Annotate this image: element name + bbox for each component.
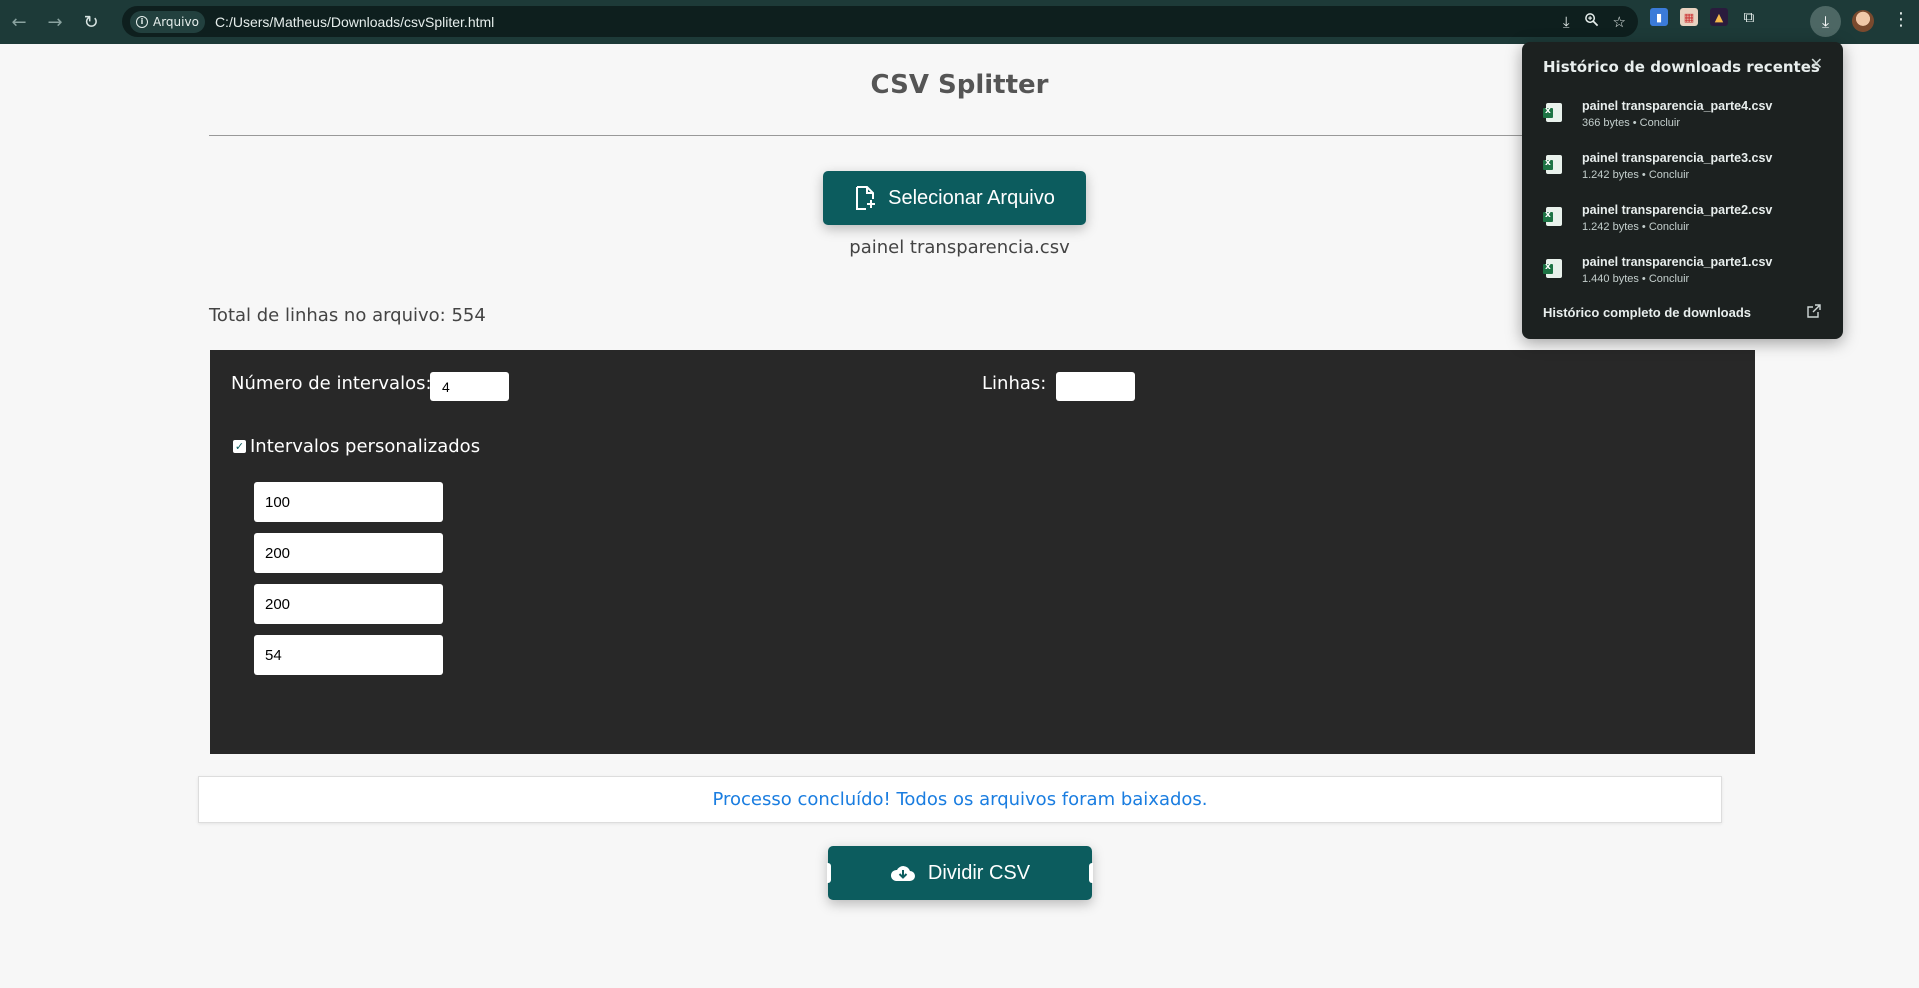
download-item-name: painel transparencia_parte3.csv (1582, 151, 1773, 165)
download-item[interactable]: painel transparencia_parte3.csv 1.242 by… (1522, 149, 1843, 199)
select-file-label: Selecionar Arquivo (888, 186, 1055, 209)
lines-label: Linhas: (982, 373, 1047, 394)
interval-input-2[interactable] (254, 533, 443, 573)
extension-warning-icon[interactable]: ▲ (1710, 8, 1728, 26)
full-history-link[interactable]: Histórico completo de downloads (1543, 305, 1751, 320)
forward-arrow-icon[interactable]: → (38, 5, 72, 39)
zoom-icon[interactable] (1584, 12, 1599, 31)
lines-input[interactable] (1056, 372, 1135, 401)
download-item[interactable]: painel transparencia_parte1.csv 1.440 by… (1522, 253, 1843, 303)
settings-panel: Número de intervalos: Linhas: ✓ Interval… (210, 350, 1755, 754)
extensions-puzzle-icon[interactable]: ⧉ (1740, 8, 1758, 26)
select-file-button[interactable]: Selecionar Arquivo (823, 171, 1086, 225)
download-item-meta: 1.242 bytes • Concluir (1582, 221, 1690, 233)
url-text[interactable]: C:/Users/Matheus/Downloads/csvSpliter.ht… (215, 14, 494, 30)
interval-input-3[interactable] (254, 584, 443, 624)
excel-file-icon (1543, 259, 1562, 278)
downloads-popup: Histórico de downloads recentes ✕ painel… (1522, 42, 1843, 339)
interval-input-1[interactable] (254, 482, 443, 522)
close-icon[interactable]: ✕ (1810, 54, 1823, 73)
intervals-input[interactable] (430, 372, 509, 401)
browser-menu-icon[interactable]: ⋮ (1892, 9, 1910, 30)
cloud-download-icon (890, 863, 916, 883)
download-item-meta: 1.242 bytes • Concluir (1582, 169, 1690, 181)
split-csv-label: Dividir CSV (927, 861, 1031, 884)
custom-intervals-label: Intervalos personalizados (250, 436, 481, 457)
bookmark-star-icon[interactable]: ☆ (1613, 13, 1626, 31)
install-download-icon[interactable]: ⤓ (1563, 13, 1570, 31)
excel-file-icon (1543, 103, 1562, 122)
total-lines-text: Total de linhas no arquivo: 554 (209, 305, 486, 326)
site-info-chip[interactable]: i Arquivo (130, 10, 205, 33)
download-item-name: painel transparencia_parte2.csv (1582, 203, 1773, 217)
download-item[interactable]: painel transparencia_parte4.csv 366 byte… (1522, 97, 1843, 147)
address-bar[interactable]: i Arquivo C:/Users/Matheus/Downloads/csv… (122, 6, 1638, 37)
download-item-meta: 366 bytes • Concluir (1582, 117, 1681, 129)
download-item[interactable]: painel transparencia_parte2.csv 1.242 by… (1522, 201, 1843, 251)
interval-input-4[interactable] (254, 635, 443, 675)
profile-avatar[interactable] (1852, 10, 1874, 32)
download-item-name: painel transparencia_parte4.csv (1582, 99, 1773, 113)
split-csv-button[interactable]: Dividir CSV (827, 846, 1093, 900)
status-message: Processo concluído! Todos os arquivos fo… (198, 776, 1722, 823)
excel-file-icon (1543, 207, 1562, 226)
downloads-title: Histórico de downloads recentes (1543, 58, 1820, 76)
reload-icon[interactable]: ↻ (74, 5, 108, 39)
browser-toolbar: ← → ↻ i Arquivo C:/Users/Matheus/Downloa… (0, 0, 1919, 44)
file-plus-icon (854, 186, 876, 210)
site-label: Arquivo (153, 14, 199, 29)
extension-docs-icon[interactable]: ▮ (1650, 8, 1668, 26)
open-external-icon[interactable] (1807, 304, 1821, 322)
excel-file-icon (1543, 155, 1562, 174)
info-icon: i (136, 15, 148, 28)
custom-intervals-checkbox[interactable]: ✓ (233, 440, 246, 453)
download-item-meta: 1.440 bytes • Concluir (1582, 273, 1690, 285)
downloads-toolbar-icon[interactable]: ⤓ (1810, 6, 1841, 37)
back-arrow-icon[interactable]: ← (2, 5, 36, 39)
download-item-name: painel transparencia_parte1.csv (1582, 255, 1773, 269)
extension-image-icon[interactable]: ▦ (1680, 8, 1698, 26)
intervals-label: Número de intervalos: (231, 373, 432, 394)
